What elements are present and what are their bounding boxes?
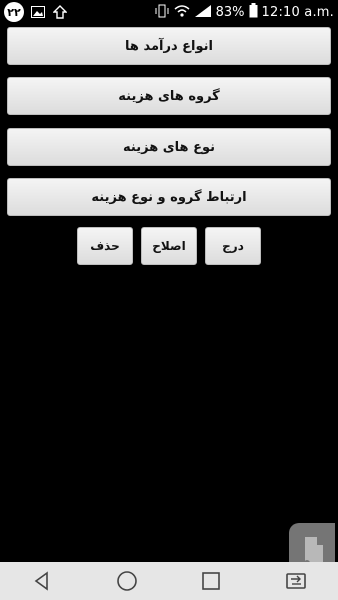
income-types-button[interactable]: انواع درآمد ها <box>7 27 331 65</box>
vibrate-icon <box>154 4 170 22</box>
wifi-icon <box>174 4 190 22</box>
image-icon <box>30 4 46 20</box>
battery-icon <box>249 3 258 22</box>
status-right: 83% 12:10 a.m. <box>154 3 334 22</box>
clock: 12:10 a.m. <box>261 5 334 20</box>
insert-button[interactable]: درج <box>205 227 261 265</box>
delete-button[interactable]: حذف <box>77 227 133 265</box>
battery-percent: 83% <box>215 5 245 20</box>
status-bar: ۲۲ 83% 12:10 a.m. <box>0 0 338 24</box>
expense-groups-button[interactable]: گروه های هزینه <box>7 77 331 115</box>
upload-icon <box>52 4 68 20</box>
edit-button[interactable]: اصلاح <box>141 227 197 265</box>
notification-badge-icon: ۲۲ <box>4 2 24 22</box>
navigation-bar <box>0 562 338 600</box>
recents-icon[interactable] <box>191 566 231 596</box>
switch-sim-icon[interactable] <box>276 566 316 596</box>
group-type-link-button[interactable]: ارتباط گروه و نوع هزینه <box>7 178 331 216</box>
status-left: ۲۲ <box>4 2 68 22</box>
back-icon[interactable] <box>22 566 62 596</box>
signal-icon <box>194 4 212 22</box>
home-icon[interactable] <box>107 566 147 596</box>
expense-types-button[interactable]: نوع های هزینه <box>7 128 331 166</box>
